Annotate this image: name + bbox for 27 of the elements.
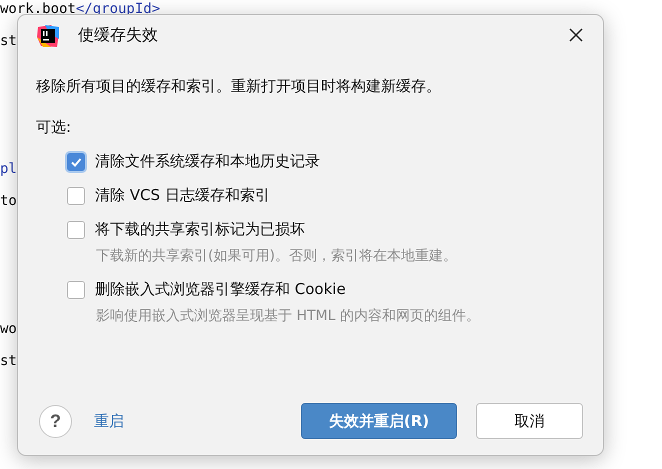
checkbox[interactable] [67, 186, 85, 204]
code-text: </groupId> [76, 1, 160, 17]
code-text: st [0, 33, 17, 49]
invalidate-restart-button[interactable]: 失效并重启(R) [301, 403, 457, 439]
code-text: to [0, 193, 17, 209]
code-text: wo [0, 321, 17, 337]
code-text: pl [0, 161, 17, 177]
code-text: work.boot [0, 1, 76, 17]
description-text: 移除所有项目的缓存和索引。重新打开项目时将构建新缓存。 [36, 77, 442, 96]
cancel-button[interactable]: 取消 [476, 403, 583, 439]
option-hint: 下载新的共享索引(如果可用)。否则，索引将在本地重建。 [96, 247, 458, 265]
close-icon[interactable] [569, 28, 583, 42]
dialog-title: 使缓存失效 [78, 24, 159, 46]
checkbox[interactable] [67, 220, 85, 238]
checkbox-label[interactable]: 将下载的共享索引标记为已损坏 [95, 220, 305, 239]
help-button[interactable]: ? [39, 404, 72, 438]
checkbox-label[interactable]: 清除 VCS 日志缓存和索引 [95, 186, 270, 205]
checkbox-label[interactable]: 删除嵌入式浏览器引擎缓存和 Cookie [95, 280, 346, 299]
code-text: st [0, 353, 17, 369]
checkbox[interactable] [67, 152, 85, 170]
checkbox-label[interactable]: 清除文件系统缓存和本地历史记录 [95, 152, 320, 171]
restart-link[interactable]: 重启 [94, 412, 124, 430]
checkbox[interactable] [67, 280, 85, 298]
checkmark-icon [70, 156, 82, 168]
option-hint: 影响使用嵌入式浏览器呈现基于 HTML 的内容和网页的组件。 [96, 307, 481, 325]
app-logo-icon [37, 25, 59, 47]
options-label: 可选: [36, 118, 72, 137]
